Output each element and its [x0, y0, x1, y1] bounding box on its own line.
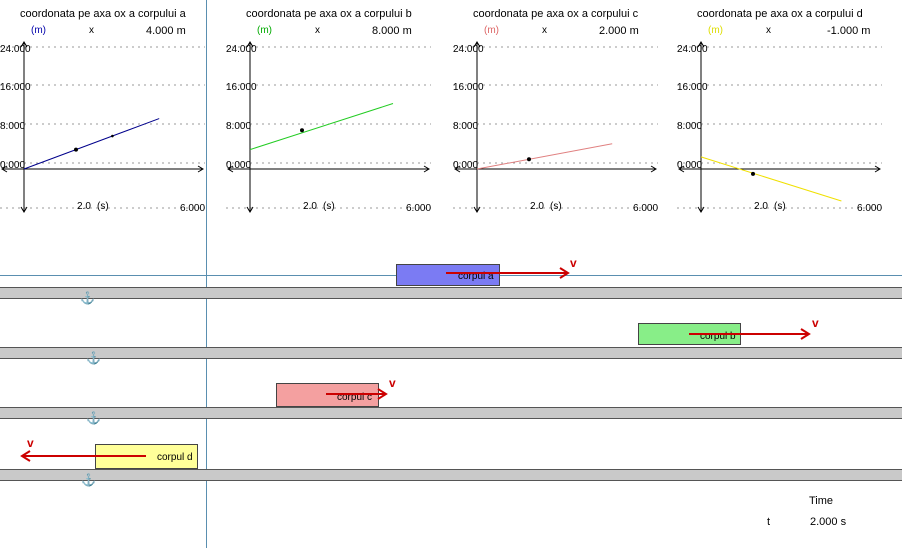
y-tick-label: 0.000 — [226, 160, 251, 171]
graph-plot[interactable]: 24.000 16.000 8.000 0.000 2.0 (s) 6.000 — [677, 0, 902, 225]
x-max-label: 6.000 — [857, 203, 882, 214]
y-tick-label: 24.000 — [677, 44, 708, 55]
x-max-label: 6.000 — [633, 203, 658, 214]
graph-c: coordonata pe axa ox a corpului c (m) x 2.0… — [453, 0, 681, 225]
x-unit-label: (s) — [774, 201, 786, 212]
track-d — [0, 469, 902, 481]
track-c — [0, 407, 902, 419]
body-d-label: corpul d — [157, 452, 193, 463]
graph-plot[interactable]: 24.000 16.000 8.000 0.000 2.0 (s) 6.000 — [453, 0, 681, 225]
x-max-label: 6.000 — [406, 203, 431, 214]
x-max-label: 6.000 — [180, 203, 205, 214]
graph-d: coordonata pe axa ox a corpului d (m) x -1.… — [677, 0, 902, 225]
data-line — [700, 156, 842, 202]
anchor-icon[interactable]: ⚓ — [80, 292, 95, 304]
current-point — [74, 147, 78, 152]
data-line — [23, 118, 160, 170]
time-title: Time — [809, 495, 834, 507]
y-tick-label: 8.000 — [677, 121, 702, 132]
current-point — [527, 157, 531, 162]
y-tick-label: 8.000 — [226, 121, 251, 132]
velocity-vector-a[interactable] — [440, 255, 590, 285]
anchor-icon[interactable]: ⚓ — [81, 474, 96, 486]
x-tick-label: 2.0 — [754, 201, 768, 212]
graph-b: coordonata pe axa ox a corpului b (m) x 8.0… — [226, 0, 454, 225]
y-tick-label: 16.000 — [453, 82, 484, 93]
y-tick-label: 0.000 — [453, 160, 478, 171]
y-tick-label: 16.000 — [226, 82, 257, 93]
current-point — [751, 171, 755, 176]
x-unit-label: (s) — [97, 201, 109, 212]
graph-plot[interactable]: 24.000 16.000 8.000 0.000 2.0 (s) 6.000 — [226, 0, 454, 225]
velocity-label-c: v — [389, 376, 396, 390]
y-tick-label: 16.000 — [677, 82, 708, 93]
trace-point — [111, 134, 114, 138]
velocity-label-a: v — [570, 256, 577, 270]
y-tick-label: 8.000 — [453, 121, 478, 132]
current-point — [300, 128, 304, 133]
y-tick-label: 24.000 — [453, 44, 484, 55]
time-variable: t — [767, 516, 771, 528]
velocity-vector-d[interactable] — [16, 447, 156, 467]
y-tick-label: 24.000 — [226, 44, 257, 55]
y-tick-label: 16.000 — [0, 82, 31, 93]
anchor-icon[interactable]: ⚓ — [86, 352, 101, 364]
graph-plot[interactable]: 24.000 16.000 8.000 0.000 2.0 (s) 6.000 — [0, 0, 228, 225]
anchor-icon[interactable]: ⚓ — [86, 412, 101, 424]
y-tick-label: 8.000 — [0, 121, 25, 132]
y-tick-label: 24.000 — [0, 44, 31, 55]
x-tick-label: 2.0 — [303, 201, 317, 212]
x-tick-label: 2.0 — [77, 201, 91, 212]
x-unit-label: (s) — [550, 201, 562, 212]
velocity-label-b: v — [812, 316, 819, 330]
track-a — [0, 287, 902, 299]
x-unit-label: (s) — [323, 201, 335, 212]
graph-a: coordonata pe axa ox a corpului a (m) x 4.0… — [0, 0, 228, 225]
time-value: 2.000 s — [810, 516, 847, 528]
x-tick-label: 2.0 — [530, 201, 544, 212]
y-tick-label: 0.000 — [677, 160, 702, 171]
data-line — [476, 143, 613, 170]
track-b — [0, 347, 902, 359]
velocity-label-d: v — [27, 436, 34, 450]
y-tick-label: 0.000 — [0, 160, 25, 171]
data-line — [249, 103, 394, 151]
